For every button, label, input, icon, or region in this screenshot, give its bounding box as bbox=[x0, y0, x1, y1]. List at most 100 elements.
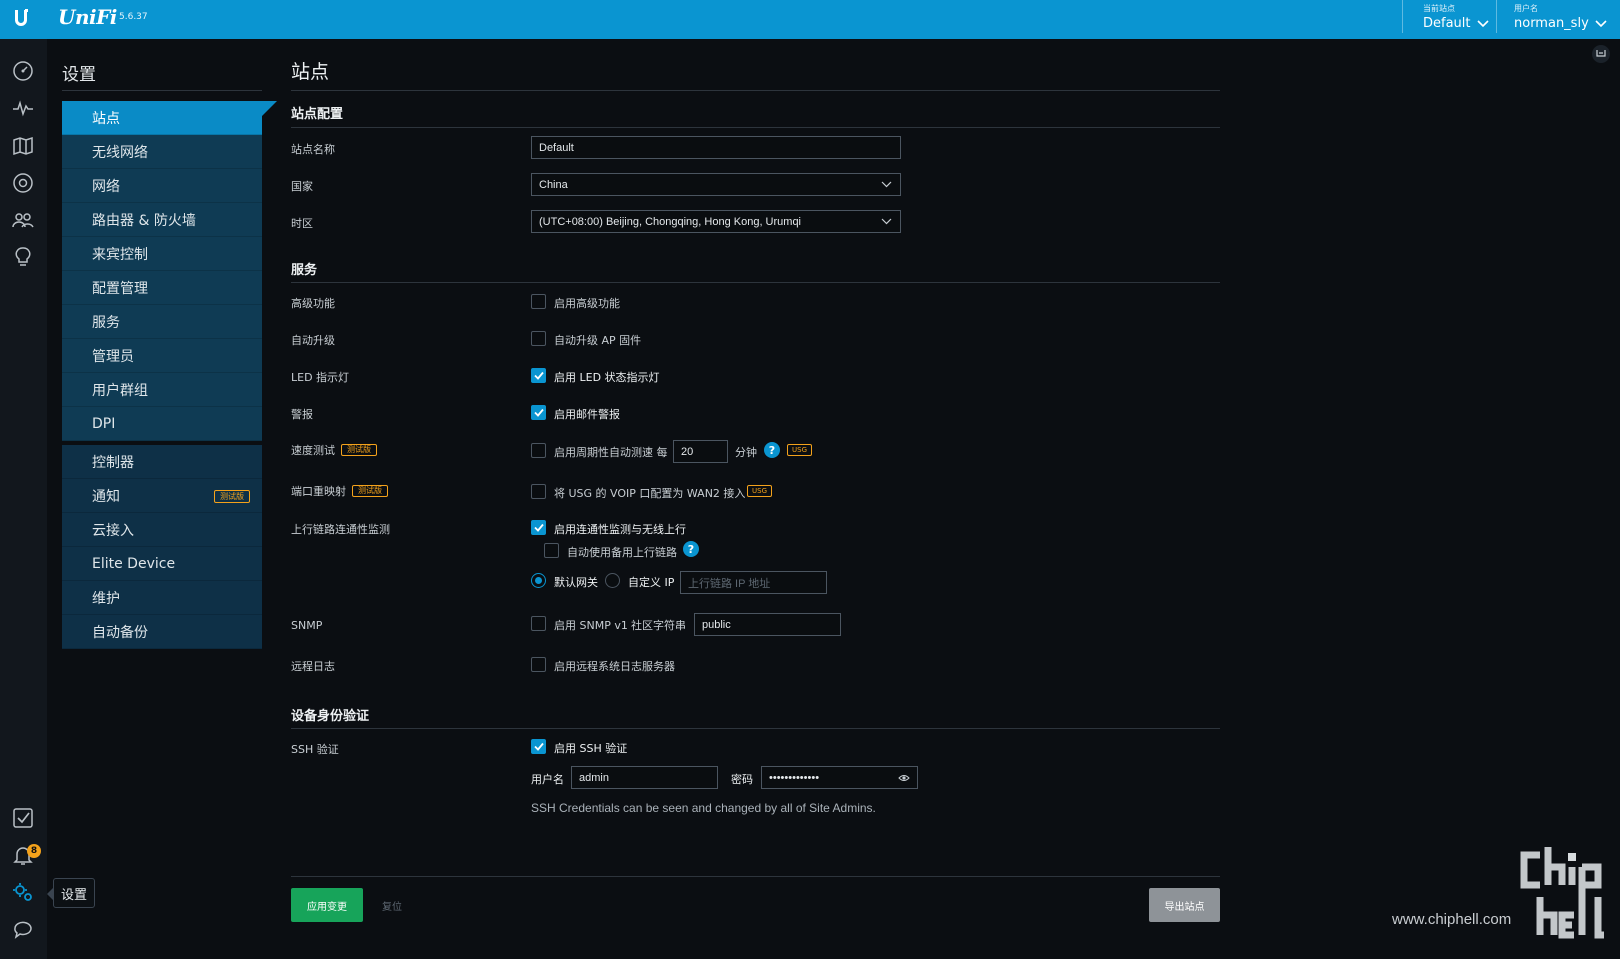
tasks-icon[interactable] bbox=[10, 805, 36, 831]
nav-item-networks[interactable]: 网络 bbox=[62, 169, 262, 203]
nav-item-guest-control[interactable]: 来宾控制 bbox=[62, 237, 262, 271]
snmp-community-input[interactable]: public bbox=[694, 613, 841, 636]
reset-button[interactable]: 复位 bbox=[374, 888, 410, 922]
nav-item-wireless[interactable]: 无线网络 bbox=[62, 135, 262, 169]
clients-icon[interactable] bbox=[10, 207, 36, 233]
nav-item-controller[interactable]: 控制器 bbox=[62, 445, 262, 479]
remote-log-checkbox[interactable] bbox=[531, 657, 546, 672]
ssh-note: SSH Credentials can be seen and changed … bbox=[531, 801, 876, 815]
port-remap-checkbox[interactable] bbox=[531, 484, 546, 499]
country-label: 国家 bbox=[291, 180, 313, 193]
custom-ip-radio[interactable] bbox=[605, 573, 620, 588]
beta-badge: 测试版 bbox=[341, 444, 377, 456]
nav-item-elite-device[interactable]: Elite Device bbox=[62, 547, 262, 581]
topbar-divider bbox=[1402, 0, 1403, 33]
nav-item-dpi[interactable]: DPI bbox=[62, 407, 262, 441]
ssh-password-input[interactable]: ••••••••••••• bbox=[761, 766, 918, 789]
auto-upgrade-text: 自动升级 AP 固件 bbox=[554, 334, 642, 347]
map-icon[interactable] bbox=[10, 133, 36, 159]
led-label: LED 指示灯 bbox=[291, 371, 350, 384]
devices-icon[interactable] bbox=[10, 170, 36, 196]
section-services: 服务 bbox=[291, 263, 318, 278]
snmp-label: SNMP bbox=[291, 619, 323, 632]
ssh-username-input[interactable]: admin bbox=[571, 766, 718, 789]
chat-icon[interactable] bbox=[10, 916, 36, 942]
custom-ip-text: 自定义 IP bbox=[628, 576, 675, 589]
nav-item-profiles[interactable]: 配置管理 bbox=[62, 271, 262, 305]
nav-item-auto-backup[interactable]: 自动备份 bbox=[62, 615, 262, 649]
timezone-value: (UTC+08:00) Beijing, Chongqing, Hong Kon… bbox=[539, 215, 802, 228]
speedtest-interval-input[interactable]: 20 bbox=[673, 440, 728, 463]
help-icon[interactable]: ? bbox=[683, 541, 699, 557]
section-device-auth: 设备身份验证 bbox=[291, 709, 370, 724]
snmp-community-label: 社区字符串 bbox=[631, 619, 686, 632]
ubiquiti-logo-icon[interactable] bbox=[10, 6, 32, 30]
country-select[interactable]: China bbox=[531, 173, 901, 196]
nav-item-cloud-access[interactable]: 云接入 bbox=[62, 513, 262, 547]
help-icon[interactable]: ? bbox=[764, 442, 780, 458]
dashboard-icon[interactable] bbox=[10, 58, 36, 84]
advanced-features-text: 启用高级功能 bbox=[554, 297, 620, 310]
uplink-monitor-checkbox[interactable] bbox=[531, 520, 546, 535]
auto-upgrade-checkbox[interactable] bbox=[531, 331, 546, 346]
speedtest-unit: 分钟 bbox=[735, 446, 757, 459]
uplink-ip-placeholder: 上行链路 IP 地址 bbox=[688, 577, 771, 590]
divider bbox=[62, 90, 262, 91]
checkmark-icon bbox=[534, 371, 544, 380]
page-title: 站点 bbox=[291, 61, 330, 83]
divider bbox=[291, 90, 1220, 91]
speedtest-label: 速度测试 bbox=[291, 444, 335, 457]
eye-icon[interactable] bbox=[898, 774, 910, 782]
divider bbox=[291, 282, 1220, 283]
checkmark-icon bbox=[534, 742, 544, 751]
nav-item-user-groups[interactable]: 用户群组 bbox=[62, 373, 262, 407]
settings-tooltip: 设置 bbox=[47, 878, 95, 908]
nav-item-admins[interactable]: 管理员 bbox=[62, 339, 262, 373]
settings-icon[interactable] bbox=[10, 879, 36, 905]
site-selector[interactable]: 当前站点 Default bbox=[1423, 3, 1489, 31]
advanced-features-checkbox[interactable] bbox=[531, 294, 546, 309]
divider bbox=[291, 876, 1220, 877]
top-bar: UniFi 5.6.37 当前站点 Default 用户名 norman_sly bbox=[0, 0, 1620, 39]
remote-log-label: 远程日志 bbox=[291, 660, 335, 673]
beta-badge: 测试版 bbox=[352, 485, 388, 497]
default-gateway-radio[interactable] bbox=[531, 573, 546, 588]
timezone-select[interactable]: (UTC+08:00) Beijing, Chongqing, Hong Kon… bbox=[531, 210, 901, 233]
user-value: norman_sly bbox=[1514, 16, 1589, 31]
email-alerts-checkbox[interactable] bbox=[531, 405, 546, 420]
nav-item-services[interactable]: 服务 bbox=[62, 305, 262, 339]
nav-item-routing-firewall[interactable]: 路由器 & 防火墙 bbox=[62, 203, 262, 237]
ssh-password-value: ••••••••••••• bbox=[769, 771, 820, 784]
watermark-text: www.chiphell.com bbox=[1392, 911, 1512, 928]
email-alerts-text: 启用邮件警报 bbox=[554, 408, 620, 421]
led-checkbox[interactable] bbox=[531, 368, 546, 383]
apply-changes-button[interactable]: 应用变更 bbox=[291, 888, 363, 922]
ssh-checkbox[interactable] bbox=[531, 739, 546, 754]
chiphell-logo-icon bbox=[1520, 847, 1604, 939]
site-name-input[interactable]: Default bbox=[531, 136, 901, 159]
nav-item-notifications[interactable]: 通知 测试版 bbox=[62, 479, 262, 513]
uplink-ip-input[interactable]: 上行链路 IP 地址 bbox=[680, 571, 827, 594]
export-site-button[interactable]: 导出站点 bbox=[1149, 888, 1220, 922]
uplink-auto-checkbox[interactable] bbox=[544, 543, 559, 558]
snmp-checkbox[interactable] bbox=[531, 616, 546, 631]
user-menu[interactable]: 用户名 norman_sly bbox=[1514, 3, 1607, 31]
country-value: China bbox=[539, 178, 568, 191]
statistics-icon[interactable] bbox=[10, 95, 36, 121]
nav-item-site[interactable]: 站点 bbox=[62, 101, 277, 135]
divider bbox=[291, 127, 1220, 128]
uplink-monitor-label: 上行链路连通性监测 bbox=[291, 523, 390, 536]
advanced-features-label: 高级功能 bbox=[291, 297, 335, 310]
checkmark-icon bbox=[534, 408, 544, 417]
remote-log-text: 启用远程系统日志服务器 bbox=[554, 660, 675, 673]
chevron-down-icon bbox=[881, 181, 892, 188]
alerts-label: 警报 bbox=[291, 408, 313, 421]
release-notes-icon[interactable] bbox=[1592, 45, 1610, 63]
divider bbox=[291, 728, 1220, 729]
insights-icon[interactable] bbox=[10, 244, 36, 270]
nav-item-maintenance[interactable]: 维护 bbox=[62, 581, 262, 615]
topbar-divider bbox=[1496, 0, 1497, 33]
speedtest-label-row: 速度测试 测试版 bbox=[291, 442, 377, 458]
uplink-auto-text: 自动使用备用上行链路 bbox=[567, 546, 677, 559]
speedtest-checkbox[interactable] bbox=[531, 443, 546, 458]
